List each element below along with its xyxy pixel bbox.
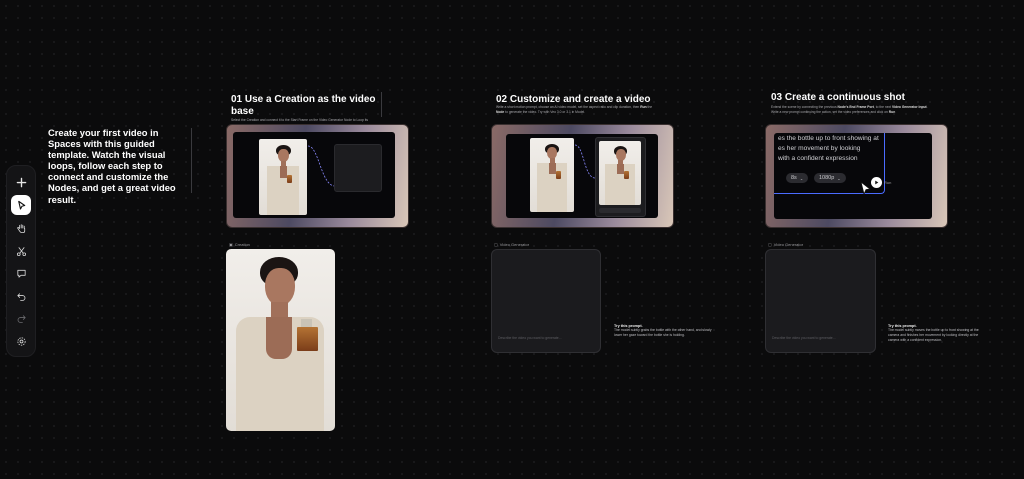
divider xyxy=(191,128,192,193)
video-generator-node-1[interactable]: Describe the video you want to generate.… xyxy=(491,249,601,353)
video-generator-mini-node xyxy=(334,144,382,192)
video-icon: ▢ xyxy=(494,242,498,247)
run-label: Run xyxy=(884,180,892,185)
step-3-description: Extend the scene by connecting the previ… xyxy=(771,105,928,114)
creation-node-image[interactable] xyxy=(226,249,335,431)
video-generator-node-label: ▢ Video Generator xyxy=(494,242,530,247)
left-toolbar xyxy=(6,165,36,357)
suggested-prompt-1: Try this prompt. The model subtly grabs … xyxy=(614,324,716,338)
step-1-title: 01 Use a Creation as the video base xyxy=(231,94,376,117)
step-3-title: 03 Create a continuous shot xyxy=(771,92,905,103)
connector-line xyxy=(307,145,336,187)
run-button[interactable] xyxy=(871,177,882,188)
generated-video-thumbnail xyxy=(599,141,641,205)
preview-canvas xyxy=(506,134,658,218)
divider xyxy=(381,92,382,117)
redo-icon[interactable] xyxy=(11,308,31,328)
mouse-pointer-icon xyxy=(860,181,871,195)
creation-thumbnail xyxy=(259,139,307,215)
step-2-title: 02 Customize and create a video xyxy=(496,94,651,105)
step-3-preview[interactable]: es the bottle up to front showing at es … xyxy=(765,124,948,228)
undo-icon[interactable] xyxy=(11,286,31,306)
duration-chip[interactable]: 8s ⌄ xyxy=(786,173,809,183)
prompt-body: The model subtly grabs the bottle with t… xyxy=(614,328,712,338)
scissors-icon[interactable] xyxy=(11,241,31,261)
video-icon: ▢ xyxy=(768,242,772,247)
comment-icon[interactable] xyxy=(11,263,31,283)
cursor-icon[interactable] xyxy=(11,195,31,215)
plus-icon[interactable] xyxy=(11,172,31,192)
creation-node-label: ▣ Creation xyxy=(229,242,250,247)
step-1-preview[interactable] xyxy=(226,124,409,228)
video-generator-mini-node xyxy=(595,137,646,217)
connector-line xyxy=(574,144,596,179)
prompt-placeholder: Describe the video you want to generate.… xyxy=(498,336,562,340)
video-generator-node-label: ▢ Video Generator xyxy=(768,242,804,247)
image-icon: ▣ xyxy=(229,242,233,247)
prompt-placeholder: Describe the video you want to generate.… xyxy=(772,336,836,340)
prompt-body: The model subtly moves the bottle up to … xyxy=(888,328,979,343)
video-generator-node-2[interactable]: Describe the video you want to generate.… xyxy=(765,249,876,353)
settings-icon[interactable] xyxy=(11,331,31,351)
prompt-text: es the bottle up to front showing at es … xyxy=(778,135,879,162)
hand-icon[interactable] xyxy=(11,218,31,238)
resolution-chip[interactable]: 1080p ⌄ xyxy=(814,173,846,183)
step-1-description: Select the Creation and connect it to th… xyxy=(231,118,369,122)
step-2-preview[interactable] xyxy=(491,124,674,228)
preview-canvas: es the bottle up to front showing at es … xyxy=(774,133,932,219)
intro-text: Create your first video in Spaces with t… xyxy=(48,127,176,205)
suggested-prompt-2: Try this prompt. The model subtly moves … xyxy=(888,324,984,343)
creation-thumbnail xyxy=(530,138,574,212)
preview-canvas xyxy=(233,132,395,218)
step-2-description: Write a short motion prompt, choose an A… xyxy=(496,105,653,114)
play-icon xyxy=(875,180,879,185)
